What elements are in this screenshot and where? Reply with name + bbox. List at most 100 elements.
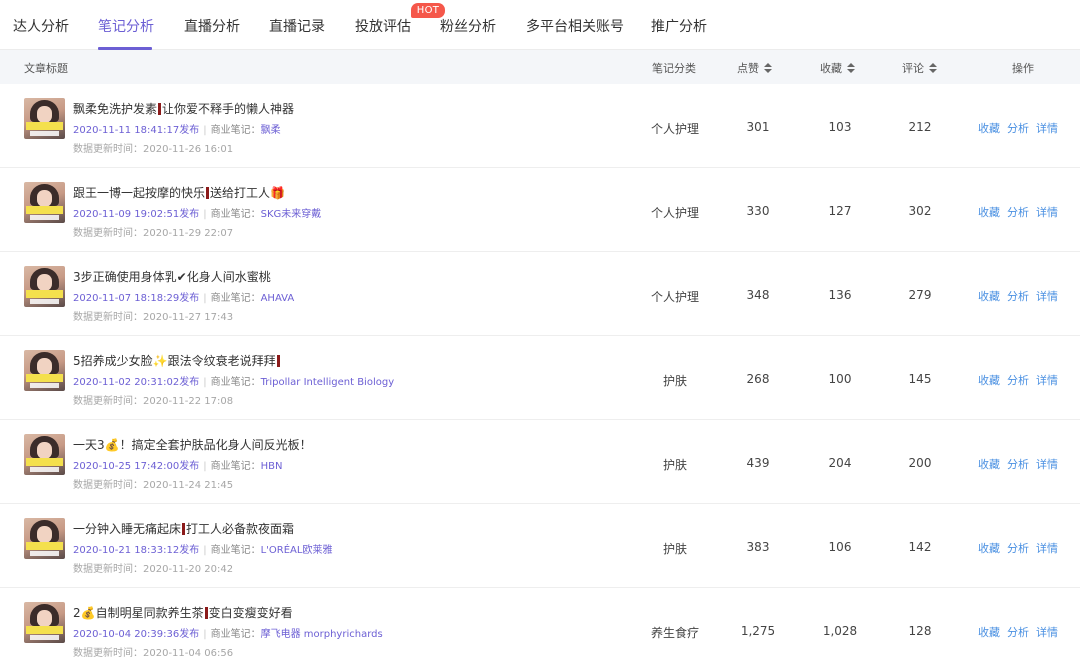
- likes-count: 301: [746, 120, 770, 134]
- analyze-button[interactable]: 分析: [1007, 542, 1029, 555]
- row-actions: 收藏 分析 详情: [978, 288, 1065, 304]
- tab-note-analysis[interactable]: 笔记分析: [98, 16, 154, 36]
- favorite-button[interactable]: 收藏: [978, 122, 1000, 135]
- commercial-label: 商业笔记：: [210, 377, 261, 388]
- header-likes[interactable]: 点赞: [737, 60, 772, 76]
- brand-link[interactable]: 摩飞电器 morphyrichards: [261, 629, 383, 640]
- note-title[interactable]: 2💰自制明星同款养生茶 变白变瘦变好看: [73, 604, 293, 621]
- sort-icon[interactable]: [929, 62, 937, 74]
- thumbnail-caption: [26, 290, 63, 298]
- analyze-button[interactable]: 分析: [1007, 122, 1029, 135]
- note-category: 个人护理: [650, 206, 699, 220]
- note-title[interactable]: 飘柔免洗护发素 让你爱不释手的懒人神器: [73, 100, 294, 117]
- note-thumbnail[interactable]: [24, 350, 65, 391]
- note-title-part: 一分钟入睡无痛起床: [73, 522, 182, 536]
- data-updated-time: 数据更新时间：2020-11-27 17:43: [73, 312, 234, 323]
- meta-separator: |: [203, 293, 207, 304]
- details-button[interactable]: 详情: [1036, 458, 1058, 471]
- note-title-part: 3步正确使用身体乳✔化身人间水蜜桃: [73, 270, 271, 284]
- analyze-button[interactable]: 分析: [1007, 626, 1029, 639]
- analyze-button[interactable]: 分析: [1007, 206, 1029, 219]
- favorite-button[interactable]: 收藏: [978, 542, 1000, 555]
- note-category: 个人护理: [650, 290, 699, 304]
- header-category: 笔记分类: [652, 62, 696, 75]
- thumbnail-face: [37, 106, 52, 123]
- commercial-label: 商业笔记：: [210, 461, 261, 472]
- favorite-button[interactable]: 收藏: [978, 290, 1000, 303]
- brand-link[interactable]: Tripollar Intelligent Biology: [261, 377, 395, 388]
- sort-icon[interactable]: [764, 62, 772, 74]
- details-button[interactable]: 详情: [1036, 626, 1058, 639]
- tab-live-analysis[interactable]: 直播分析: [184, 16, 240, 36]
- note-title[interactable]: 一分钟入睡无痛起床 打工人必备款夜面霜: [73, 520, 294, 537]
- tab-multi-platform-accounts[interactable]: 多平台相关账号: [526, 16, 624, 36]
- comments-count: 145: [908, 372, 932, 386]
- analyze-button[interactable]: 分析: [1007, 290, 1029, 303]
- thumbnail-caption: [30, 299, 59, 304]
- favorite-button[interactable]: 收藏: [978, 206, 1000, 219]
- brand-link[interactable]: HBN: [261, 461, 283, 472]
- analyze-button[interactable]: 分析: [1007, 374, 1029, 387]
- note-title[interactable]: 一天3💰！搞定全套护肤品化身人间反光板！: [73, 436, 312, 453]
- tab-live-records[interactable]: 直播记录: [269, 16, 325, 36]
- note-thumbnail[interactable]: [24, 602, 65, 643]
- tab-influencer-analysis[interactable]: 达人分析: [13, 16, 69, 36]
- title-separator-mark: [276, 355, 280, 367]
- table-header: 文章标题 笔记分类 点赞 收藏 评论 操作: [0, 50, 1080, 84]
- favorites-count: 1,028: [822, 624, 858, 638]
- note-thumbnail[interactable]: [24, 518, 65, 559]
- meta-separator: |: [203, 545, 207, 556]
- tab-delivery-evaluation[interactable]: 投放评估: [355, 16, 411, 36]
- likes-count: 439: [746, 456, 770, 470]
- favorite-button[interactable]: 收藏: [978, 374, 1000, 387]
- commercial-label: 商业笔记：: [210, 545, 261, 556]
- comments-count: 142: [908, 540, 932, 554]
- data-updated-time: 数据更新时间：2020-11-04 06:56: [73, 648, 234, 659]
- note-meta: 2020-11-02 20:31:02发布 | 商业笔记：Tripollar Int…: [73, 373, 394, 388]
- sort-icon[interactable]: [847, 62, 855, 74]
- thumbnail-face: [37, 610, 52, 627]
- note-meta: 2020-11-11 18:41:17发布 | 商业笔记：飘柔: [73, 121, 281, 136]
- favorites-count: 127: [828, 204, 852, 218]
- note-thumbnail[interactable]: [24, 182, 65, 223]
- favorite-button[interactable]: 收藏: [978, 458, 1000, 471]
- note-title[interactable]: 跟王一博一起按摩的快乐 送给打工人🎁: [73, 184, 285, 201]
- publish-time: 2020-10-04 20:39:36发布: [73, 629, 200, 640]
- header-likes-label: 点赞: [737, 62, 759, 75]
- details-button[interactable]: 详情: [1036, 290, 1058, 303]
- thumbnail-caption: [30, 467, 59, 472]
- header-comments[interactable]: 评论: [902, 60, 937, 76]
- header-favorites[interactable]: 收藏: [820, 60, 855, 76]
- favorite-button[interactable]: 收藏: [978, 626, 1000, 639]
- details-button[interactable]: 详情: [1036, 542, 1058, 555]
- details-button[interactable]: 详情: [1036, 122, 1058, 135]
- brand-link[interactable]: 飘柔: [261, 125, 281, 136]
- comments-count: 279: [908, 288, 932, 302]
- thumbnail-face: [37, 274, 52, 291]
- thumbnail-face: [37, 358, 52, 375]
- note-title[interactable]: 5招养成少女脸✨跟法令纹衰老说拜拜: [73, 352, 281, 369]
- note-thumbnail[interactable]: [24, 266, 65, 307]
- thumbnail-caption: [30, 551, 59, 556]
- details-button[interactable]: 详情: [1036, 374, 1058, 387]
- note-thumbnail[interactable]: [24, 98, 65, 139]
- note-category: 养生食疗: [650, 626, 699, 640]
- note-title[interactable]: 3步正确使用身体乳✔化身人间水蜜桃: [73, 268, 271, 285]
- analyze-button[interactable]: 分析: [1007, 458, 1029, 471]
- thumbnail-caption: [30, 383, 59, 388]
- brand-link[interactable]: SKG未来穿戴: [261, 209, 322, 220]
- tab-promotion-analysis[interactable]: 推广分析: [651, 16, 707, 36]
- favorites-count: 100: [828, 372, 852, 386]
- data-updated-time: 数据更新时间：2020-11-22 17:08: [73, 396, 234, 407]
- brand-link[interactable]: L'ORÉAL欧莱雅: [261, 545, 333, 556]
- thumbnail-caption: [30, 131, 59, 136]
- favorites-count: 204: [828, 456, 852, 470]
- details-button[interactable]: 详情: [1036, 206, 1058, 219]
- tab-fans-analysis[interactable]: 粉丝分析: [440, 16, 496, 36]
- comments-count: 200: [908, 456, 932, 470]
- note-thumbnail[interactable]: [24, 434, 65, 475]
- brand-link[interactable]: AHAVA: [261, 293, 295, 304]
- table-row: 3步正确使用身体乳✔化身人间水蜜桃 2020-11-07 18:18:29发布 | 商…: [0, 252, 1080, 336]
- thumbnail-caption: [26, 206, 63, 214]
- data-updated-time: 数据更新时间：2020-11-20 20:42: [73, 564, 234, 575]
